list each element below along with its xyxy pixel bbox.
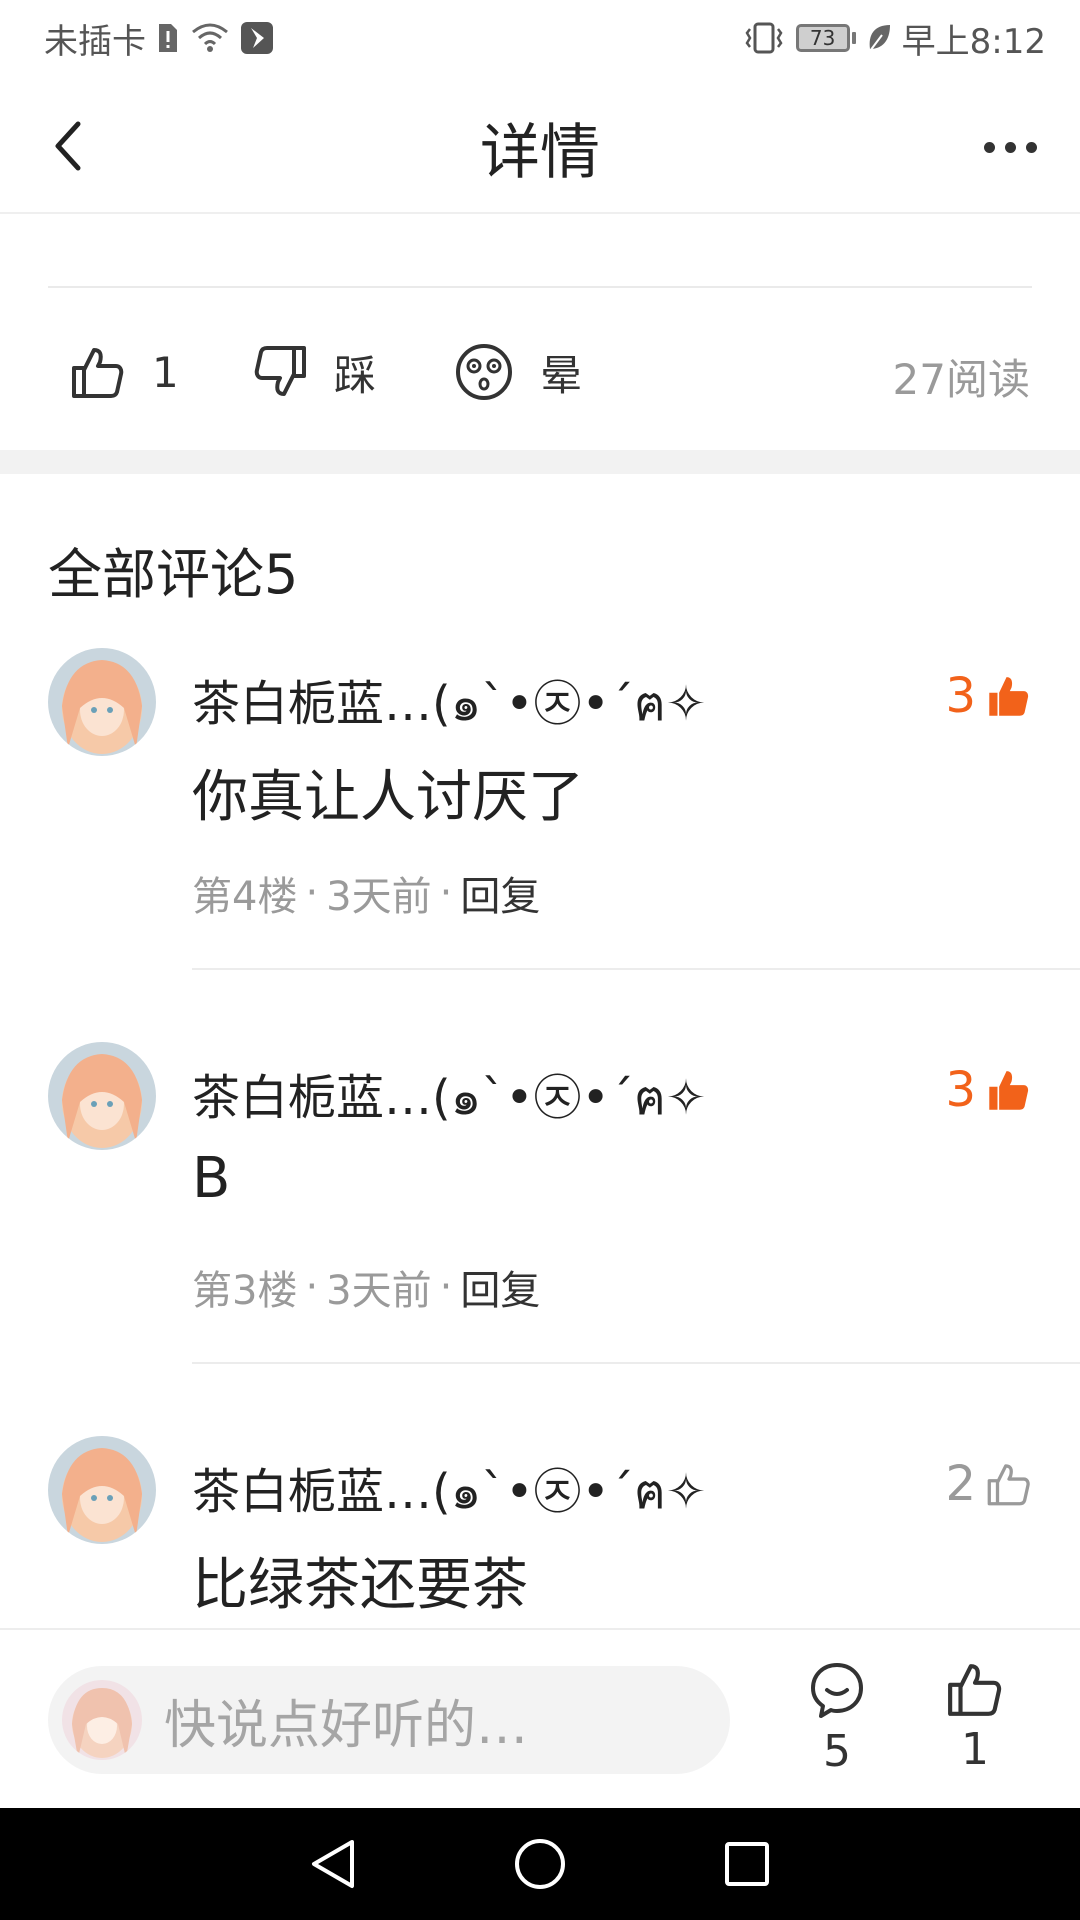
comment-author-name[interactable]: 茶白栀蓝…(๑`•㉨•´ฅ✧ [192,664,706,742]
dizzy-face-icon [456,344,512,400]
reaction-bar: 1 踩 晕 27阅读 [0,288,1080,450]
read-count: 27阅读 [892,355,1030,404]
dislike-label: 踩 [334,350,377,400]
thumbs-up-filled-icon [989,1071,1029,1110]
thumbs-up-icon [987,1464,1030,1506]
system-nav-bar [0,1808,1080,1920]
more-dot-icon [1025,141,1037,153]
like-count: 1 [152,347,179,397]
clock-text: 早上8:12 [901,21,1046,62]
divider [192,968,1080,970]
input-placeholder: 快说点好听的… [164,1695,529,1756]
comment-time: 3天前 [326,1268,432,1314]
thumbs-up-icon [72,348,124,398]
avatar[interactable] [48,1436,156,1544]
comments-button[interactable]: 5 [792,1660,882,1777]
triangle-back-icon [312,1840,355,1888]
comment-count: 5 [823,1726,851,1777]
vibrate-icon [742,21,786,55]
comment-text: 比绿茶还要茶 [192,1553,528,1618]
comment-meta: 第3楼 · 3天前 · 回复 [192,1258,540,1316]
reply-button[interactable]: 回复 [460,864,540,922]
status-bar: 未插卡 73 早上8:12 [0,0,1080,76]
carrier-text: 未插卡 [44,21,146,62]
dizzy-label: 晕 [540,350,583,400]
more-dot-icon [1004,141,1016,153]
section-separator [0,450,1080,474]
wifi-icon [190,22,230,54]
comment-item: 茶白栀蓝…(๑`•㉨•´ฅ✧ 3 B 第3楼 · 3天前 · 回复 [0,1042,1080,1436]
comment-like-button[interactable]: 2 [945,1456,1032,1512]
divider [192,1362,1080,1364]
comment-time: 3天前 [326,874,432,920]
comment-author-name[interactable]: 茶白栀蓝…(๑`•㉨•´ฅ✧ [192,1452,706,1530]
comment-floor: 第4楼 [192,874,298,920]
comment-floor: 第3楼 [192,1268,298,1314]
top-nav-bar: 详情 [0,76,1080,214]
dizzy-button[interactable]: 晕 [454,340,582,404]
app-notification-icon [240,21,274,55]
battery-icon: 73 [795,24,856,52]
avatar[interactable] [48,648,156,756]
my-avatar [62,1680,142,1760]
comment-like-button[interactable]: 3 [945,668,1032,724]
comment-text: B [192,1146,231,1211]
circle-home-icon [514,1839,565,1889]
comment-input-bar: 快说点好听的… 5 1 [0,1628,1080,1808]
comment-text: 你真让人讨厌了 [192,765,584,830]
nav-back-button[interactable] [303,1834,363,1894]
avatar[interactable] [48,1042,156,1150]
nav-home-button[interactable] [510,1834,570,1894]
more-dot-icon [983,141,995,153]
sim-alert-icon [156,22,180,54]
comment-item: 茶白栀蓝…(๑`•㉨•´ฅ✧ 3 你真让人讨厌了 第4楼 · 3天前 · 回复 [0,648,1080,1042]
square-recents-icon [724,1842,769,1886]
comment-item: 茶白栀蓝…(๑`•㉨•´ฅ✧ 2 比绿茶还要茶 [0,1436,1080,1628]
more-options-button[interactable] [972,122,1048,172]
comment-bubble-icon [811,1663,863,1718]
battery-level: 73 [795,24,850,52]
reply-button[interactable]: 回复 [460,1258,540,1316]
thumbs-up-icon [948,1664,1002,1716]
comment-like-count: 3 [945,1062,976,1118]
comment-input[interactable]: 快说点好听的… [48,1666,730,1774]
thumbs-down-icon [254,346,306,396]
nav-recents-button[interactable] [717,1834,777,1894]
leaf-icon [866,23,892,53]
like-button[interactable]: 1 [70,340,179,404]
comments-section-title: 全部评论5 [48,543,299,606]
comment-like-count: 2 [945,1456,976,1512]
bottom-like-button[interactable]: 1 [930,1660,1020,1775]
thumbs-up-filled-icon [989,677,1029,716]
dislike-button[interactable]: 踩 [252,340,376,404]
page-title: 详情 [480,118,600,188]
comment-like-button[interactable]: 3 [945,1062,1032,1118]
comment-meta: 第4楼 · 3天前 · 回复 [192,864,540,922]
comment-like-count: 3 [945,668,976,724]
bottom-like-count: 1 [961,1724,989,1775]
comment-author-name[interactable]: 茶白栀蓝…(๑`•㉨•´ฅ✧ [192,1058,706,1136]
